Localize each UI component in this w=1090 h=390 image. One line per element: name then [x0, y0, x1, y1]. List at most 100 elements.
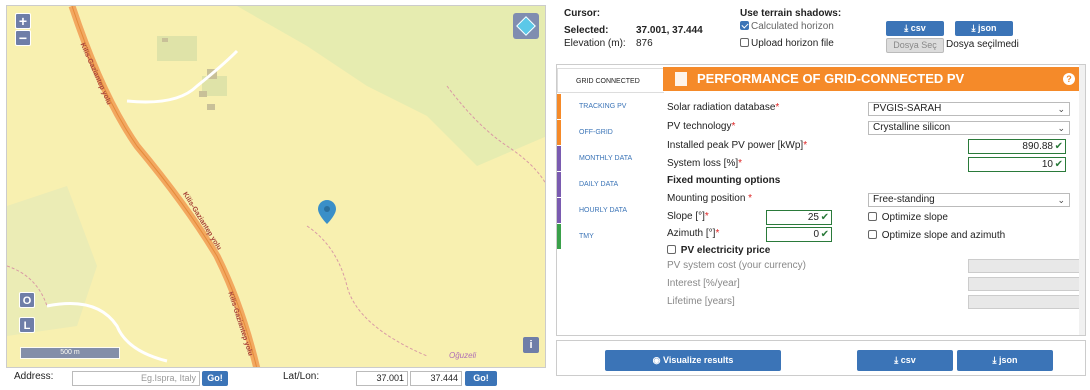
- power-value: 890.88: [1022, 141, 1053, 152]
- solar-panel-icon: [675, 72, 687, 86]
- address-bar: Address: Eg.Ispra, Italy Go! Lat/Lon: 37…: [6, 370, 546, 388]
- download-icon: ⤓: [894, 355, 899, 365]
- latlon-go-button[interactable]: Go!: [465, 371, 497, 386]
- pvgis-app: + − Kilis-Gaziantep yolu Kilis-Gaziantep…: [0, 0, 1090, 390]
- loss-label: System loss [%]*: [667, 158, 742, 169]
- price-checkbox[interactable]: [667, 245, 676, 254]
- visualize-button[interactable]: ◉ Visualize results: [605, 350, 781, 371]
- layers-button[interactable]: [513, 13, 539, 39]
- tech-select[interactable]: Crystalline silicon ⌄: [868, 121, 1070, 135]
- top-csv-label: csv: [910, 23, 926, 33]
- elevation-label: Elevation (m):: [564, 38, 626, 49]
- panel-title: PERFORMANCE OF GRID-CONNECTED PV: [697, 71, 965, 86]
- opt-both-label: Optimize slope and azimuth: [881, 230, 1006, 241]
- cost-input[interactable]: [968, 259, 1080, 273]
- tech-label: PV technology*: [667, 121, 735, 132]
- azimuth-input[interactable]: 0 ✔: [766, 227, 832, 242]
- required-mark: *: [775, 102, 780, 113]
- location-pin-icon[interactable]: [318, 200, 336, 224]
- zoom-out-button[interactable]: −: [15, 30, 31, 46]
- info-button[interactable]: i: [523, 337, 539, 353]
- address-go-button[interactable]: Go!: [202, 371, 228, 386]
- address-input[interactable]: Eg.Ispra, Italy: [72, 371, 200, 386]
- upload-horizon-checkbox[interactable]: [740, 38, 749, 47]
- layer-l-button[interactable]: L: [19, 317, 35, 333]
- tab-hourly-data[interactable]: HOURLY DATA: [557, 198, 664, 223]
- tab-grid-connected[interactable]: GRID CONNECTED: [557, 68, 664, 93]
- tab-monthly-data[interactable]: MONTHLY DATA: [557, 146, 664, 171]
- azimuth-label-text: Azimuth [°]: [667, 228, 716, 239]
- power-label-text: Installed peak PV power [kWp]: [667, 140, 804, 151]
- calc-horizon-option[interactable]: Calculated horizon: [740, 21, 880, 32]
- mount-value: Free-standing: [873, 194, 935, 205]
- opt-slope-checkbox[interactable]: [868, 212, 877, 221]
- db-select[interactable]: PVGIS-SARAH ⌄: [868, 102, 1070, 116]
- results-bar: ◉ Visualize results ⤓ csv ⤓ json: [556, 340, 1086, 376]
- interest-input[interactable]: [968, 277, 1080, 291]
- required-mark: *: [731, 121, 736, 132]
- elevation-value: 876: [636, 38, 653, 49]
- required-mark: *: [803, 140, 808, 151]
- chevron-down-icon: ⌄: [1057, 123, 1065, 133]
- zoom-controls: + −: [15, 13, 31, 47]
- required-mark: *: [748, 193, 753, 204]
- panel-header: PERFORMANCE OF GRID-CONNECTED PV ?: [663, 67, 1085, 91]
- loss-label-text: System loss [%]: [667, 158, 739, 169]
- csv-label: csv: [900, 355, 916, 365]
- latitude-input[interactable]: 37.001: [356, 371, 408, 386]
- layers-icon: [516, 16, 536, 36]
- help-icon[interactable]: ?: [1063, 73, 1075, 85]
- tool-tabs: GRID CONNECTED TRACKING PV OFF-GRID MONT…: [557, 65, 664, 335]
- top-csv-button[interactable]: ⤓ csv: [886, 21, 944, 36]
- cost-label: PV system cost (your currency): [667, 260, 806, 271]
- required-mark: *: [704, 211, 709, 222]
- fixed-title: Fixed mounting options: [667, 175, 781, 186]
- tab-off-grid[interactable]: OFF-GRID: [557, 120, 664, 145]
- selected-value: 37.001, 37.444: [636, 25, 703, 36]
- loss-input[interactable]: 10 ✔: [968, 157, 1066, 172]
- longitude-input[interactable]: 37.444: [410, 371, 462, 386]
- power-input[interactable]: 890.88 ✔: [968, 139, 1066, 154]
- tab-tmy[interactable]: TMY: [557, 224, 664, 249]
- upload-horizon-option[interactable]: Upload horizon file: [740, 38, 880, 49]
- opt-both-checkbox[interactable]: [868, 230, 877, 239]
- check-icon: ✔: [820, 212, 829, 223]
- calc-horizon-checkbox[interactable]: [740, 21, 749, 30]
- chevron-down-icon: ⌄: [1057, 104, 1065, 114]
- mount-select[interactable]: Free-standing ⌄: [868, 193, 1070, 207]
- mount-label: Mounting position *: [667, 193, 752, 204]
- chevron-down-icon: ⌄: [1057, 195, 1065, 205]
- zoom-in-button[interactable]: +: [15, 13, 31, 29]
- interest-label: Interest [%/year]: [667, 278, 740, 289]
- check-icon: ✔: [1054, 159, 1063, 170]
- azimuth-label: Azimuth [°]*: [667, 228, 719, 239]
- tab-tracking-pv[interactable]: TRACKING PV: [557, 94, 664, 119]
- opt-both-option[interactable]: Optimize slope and azimuth: [868, 230, 1005, 241]
- check-icon: ✔: [1054, 141, 1063, 152]
- tool-panel: GRID CONNECTED TRACKING PV OFF-GRID MONT…: [556, 64, 1086, 336]
- layer-o-button[interactable]: O: [19, 292, 35, 308]
- lifetime-input[interactable]: [968, 295, 1080, 309]
- db-value: PVGIS-SARAH: [873, 103, 942, 114]
- tech-value: Crystalline silicon: [873, 122, 951, 133]
- choose-file-button[interactable]: Dosya Seç: [886, 38, 944, 53]
- json-button[interactable]: ⤓ json: [957, 350, 1053, 371]
- slope-input[interactable]: 25 ✔: [766, 210, 832, 225]
- eye-icon: ◉: [652, 355, 661, 365]
- file-status: Dosya seçilmedi: [946, 39, 1019, 50]
- top-json-button[interactable]: ⤓ json: [955, 21, 1013, 36]
- opt-slope-option[interactable]: Optimize slope: [868, 212, 948, 223]
- power-label: Installed peak PV power [kWp]*: [667, 140, 807, 151]
- map-view[interactable]: + − Kilis-Gaziantep yolu Kilis-Gaziantep…: [6, 5, 546, 368]
- slope-label: Slope [°]*: [667, 211, 709, 222]
- price-option[interactable]: PV electricity price: [667, 245, 770, 256]
- slope-label-text: Slope [°]: [667, 211, 705, 222]
- panel-scrollbar[interactable]: [1079, 65, 1085, 335]
- tab-daily-data[interactable]: DAILY DATA: [557, 172, 664, 197]
- slope-value: 25: [807, 212, 819, 223]
- db-label-text: Solar radiation database: [667, 102, 776, 113]
- azimuth-value: 0: [813, 229, 819, 240]
- csv-button[interactable]: ⤓ csv: [857, 350, 953, 371]
- price-title: PV electricity price: [680, 245, 771, 256]
- visualize-label: Visualize results: [663, 355, 734, 365]
